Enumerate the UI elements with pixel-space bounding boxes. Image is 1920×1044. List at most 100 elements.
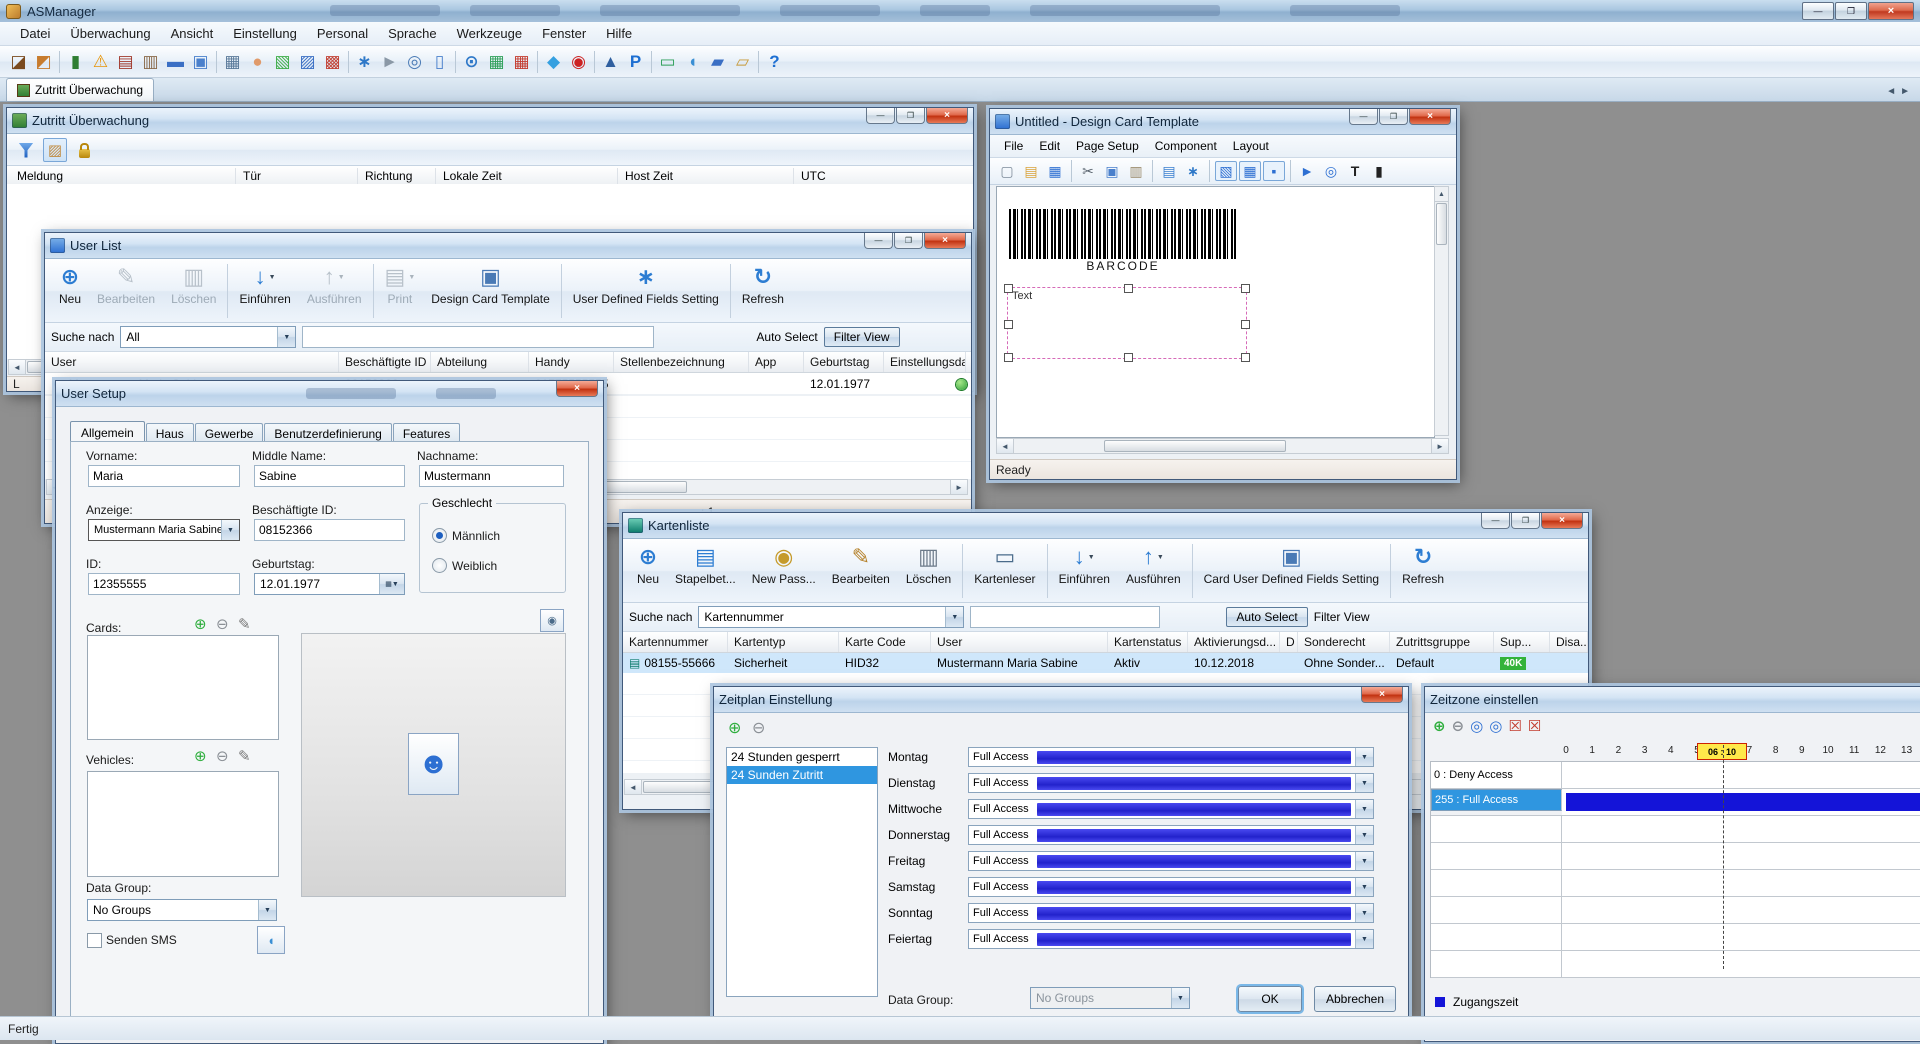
menu-item-sprache[interactable]: Sprache xyxy=(378,23,446,44)
search-input[interactable] xyxy=(970,606,1160,628)
auto-select-button[interactable]: Auto Select xyxy=(1226,607,1307,627)
menu-item-fenster[interactable]: Fenster xyxy=(532,23,596,44)
designer-vscrollbar[interactable]: ▲ xyxy=(1434,186,1449,436)
chevron-down-icon[interactable]: ▼ xyxy=(1355,748,1373,766)
auto-select-label[interactable]: Auto Select xyxy=(756,330,817,344)
column-header-user[interactable]: User xyxy=(931,632,1108,652)
report-icon[interactable]: ▤ xyxy=(113,49,138,74)
monitor-icon[interactable]: ▭ xyxy=(655,49,680,74)
kartenliste-row-selected[interactable]: ▤08155-55666SicherheitHID32Mustermann Ma… xyxy=(623,653,1588,673)
resize-handle[interactable] xyxy=(1004,353,1013,362)
timezone-row-6[interactable] xyxy=(1431,924,1920,951)
weiblich-radio[interactable] xyxy=(432,558,447,573)
restore-button[interactable]: ❐ xyxy=(1379,109,1408,125)
menu-item-component[interactable]: Component xyxy=(1147,137,1225,155)
menu-item-personal[interactable]: Personal xyxy=(307,23,378,44)
tab-scroll-right-icon[interactable]: ► xyxy=(1900,86,1910,97)
designer-titlebar[interactable]: Untitled - Design Card Template — ❐ × xyxy=(990,109,1456,135)
minimize-button[interactable]: — xyxy=(1481,513,1510,529)
access-interval-bar[interactable] xyxy=(1566,793,1920,811)
doc-search-icon[interactable]: ◎ xyxy=(402,49,427,74)
restore-button[interactable]: ❐ xyxy=(894,233,923,249)
abbrechen-button[interactable]: Abbrechen xyxy=(1314,986,1396,1012)
open-file-icon[interactable]: ▤ xyxy=(1020,161,1042,181)
scroll-thumb[interactable] xyxy=(1436,203,1447,245)
add-card-icon[interactable]: ⊕ xyxy=(194,617,207,633)
scroll-right-icon[interactable]: ► xyxy=(1431,439,1448,453)
fingerprint-icon[interactable]: ◉ xyxy=(566,49,591,74)
access-select-dienstag[interactable]: Full Access▼ xyxy=(968,773,1374,793)
column-header-lokale-zeit[interactable]: Lokale Zeit xyxy=(443,169,502,183)
column-header-einstellungsda[interactable]: Einstellungsda... xyxy=(884,352,966,372)
dropdown-arrow-icon[interactable]: ▼ xyxy=(338,274,345,281)
scroll-left-icon[interactable]: ◄ xyxy=(997,439,1014,453)
zone-timeline[interactable] xyxy=(1562,762,1920,788)
copy-pages-icon[interactable]: ▣ xyxy=(188,49,213,74)
senden-sms-checkbox[interactable] xyxy=(87,933,102,948)
chevron-down-icon[interactable]: ▼ xyxy=(1355,826,1373,844)
column-header-disa[interactable]: Disa... xyxy=(1550,632,1588,652)
timezone-row-2[interactable] xyxy=(1431,816,1920,843)
restore-button[interactable]: ❐ xyxy=(1511,513,1540,529)
parking-icon[interactable]: P xyxy=(623,49,648,74)
photo-placeholder-icon[interactable]: ☻ xyxy=(408,733,459,795)
alarm-warning-icon[interactable]: ⚠ xyxy=(88,49,113,74)
settings-icon[interactable]: ∗ xyxy=(1182,161,1204,181)
ok-button[interactable]: OK xyxy=(1238,986,1302,1012)
kartenliste-ausf-hren-button[interactable]: ↑▼Ausführen xyxy=(1118,541,1189,589)
barcode-tool-icon[interactable]: ▮ xyxy=(1368,161,1390,181)
add-schedule-icon[interactable]: ⊕ xyxy=(728,721,741,737)
scroll-right-icon[interactable]: ► xyxy=(950,480,967,494)
remove-schedule-icon[interactable]: ⊖ xyxy=(752,721,765,737)
remove-icon[interactable]: ⊖ xyxy=(1452,717,1465,735)
column-header-host-zeit[interactable]: Host Zeit xyxy=(625,169,673,183)
column-header-utc[interactable]: UTC xyxy=(801,169,826,183)
stack-icon[interactable]: ▯ xyxy=(427,49,452,74)
filter-view-button[interactable]: Filter View xyxy=(824,327,900,347)
camera-icon[interactable]: ◉ xyxy=(540,609,564,632)
search-field-select[interactable]: All ▼ xyxy=(120,326,296,348)
column-header-d[interactable]: D xyxy=(1280,632,1298,652)
kartenliste-new-pass-button[interactable]: ◉New Pass... xyxy=(744,541,824,589)
lock-icon[interactable] xyxy=(73,139,95,161)
zone-timeline[interactable] xyxy=(1562,870,1920,896)
text-tool-icon[interactable]: T xyxy=(1344,161,1366,181)
design-canvas[interactable]: BARCODE Text xyxy=(996,186,1435,438)
chevron-down-icon[interactable]: ▼ xyxy=(1355,852,1373,870)
user-list-titlebar[interactable]: User List — ❐ × xyxy=(45,233,971,259)
zone-timeline[interactable] xyxy=(1562,897,1920,923)
menu-item-page-setup[interactable]: Page Setup xyxy=(1068,137,1147,155)
help-icon[interactable]: ? xyxy=(762,49,787,74)
column-header-t-r[interactable]: Tür xyxy=(243,169,261,183)
cut-icon[interactable]: ✂ xyxy=(1077,161,1099,181)
maximize-button[interactable]: ❐ xyxy=(1835,2,1867,20)
column-header-karte-code[interactable]: Karte Code xyxy=(839,632,931,652)
column-header-besch-ftigte-id[interactable]: Beschäftigte ID xyxy=(339,352,431,372)
doc-settings-icon[interactable]: ▦ xyxy=(220,49,245,74)
middle-name-field[interactable] xyxy=(254,465,405,487)
zone-timeline[interactable] xyxy=(1562,924,1920,950)
schedule-table-icon[interactable]: ▦ xyxy=(484,49,509,74)
dropdown-arrow-icon[interactable]: ▼ xyxy=(269,274,276,281)
column-header-stellenbezeichnung[interactable]: Stellenbezeichnung xyxy=(614,352,749,372)
id-field[interactable] xyxy=(88,573,240,595)
filter-icon[interactable] xyxy=(15,139,37,161)
menu-item-edit[interactable]: Edit xyxy=(1031,137,1068,155)
timezone-row-0[interactable]: 0 : Deny Access xyxy=(1431,762,1920,789)
resize-handle[interactable] xyxy=(1124,284,1133,293)
vehicle-icon[interactable]: ▬ xyxy=(163,49,188,74)
exit-door-icon[interactable]: ◩ xyxy=(31,49,56,74)
main-titlebar[interactable]: ASManager — ❐ × xyxy=(0,0,1920,22)
maennlich-radio[interactable] xyxy=(432,528,447,543)
beschaeftigte-id-field[interactable] xyxy=(254,519,405,541)
access-select-donnerstag[interactable]: Full Access▼ xyxy=(968,825,1374,845)
chevron-down-icon[interactable]: ▼ xyxy=(1355,930,1373,948)
photo-icon[interactable]: ▰ xyxy=(705,49,730,74)
gear-icon[interactable]: ∗ xyxy=(352,49,377,74)
minimize-button[interactable]: — xyxy=(864,233,893,249)
access-select-montag[interactable]: Full Access▼ xyxy=(968,747,1374,767)
pointer-icon[interactable]: ► xyxy=(1296,161,1318,181)
kartenliste-neu-button[interactable]: ⊕Neu xyxy=(629,541,667,589)
resize-handle[interactable] xyxy=(1004,284,1013,293)
user-list-user-defined-fields-setting-button[interactable]: ∗User Defined Fields Setting xyxy=(565,261,727,309)
